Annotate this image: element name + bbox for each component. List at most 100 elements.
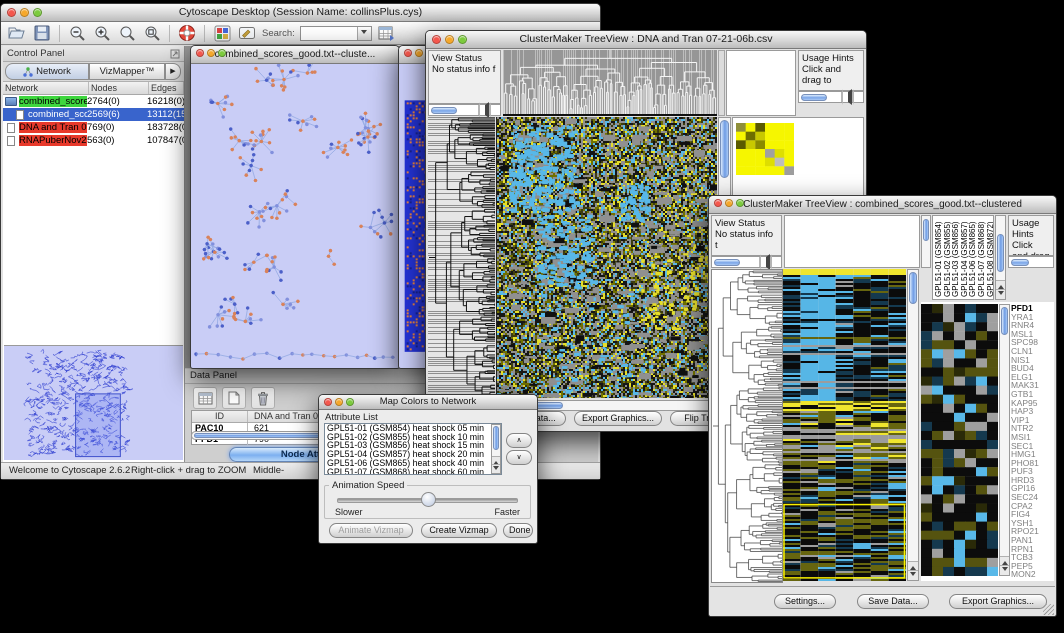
column-tree-scrollbar[interactable] (921, 215, 931, 268)
close-button[interactable] (404, 49, 412, 57)
search-input[interactable] (300, 26, 372, 41)
animate-vizmap-button[interactable]: Animate Vizmap (329, 523, 413, 538)
zoom-window-button[interactable] (33, 8, 42, 17)
column-header-nodes[interactable]: Nodes (89, 82, 149, 94)
row-dendrogram-canvas[interactable] (428, 117, 495, 398)
float-panel-icon[interactable] (170, 49, 180, 59)
new-attribute-icon[interactable] (222, 387, 246, 409)
scroll-right-icon[interactable] (770, 257, 781, 267)
settings-button[interactable]: Settings... (774, 594, 836, 609)
network-graph-canvas[interactable] (192, 64, 398, 367)
zoom-matrix-canvas[interactable] (736, 123, 794, 175)
column-header-edges[interactable]: Edges (149, 82, 184, 94)
column-dendrogram-area[interactable] (784, 215, 920, 268)
column-label[interactable]: GPL51-06 (GSM865) (968, 218, 977, 297)
network-table-row[interactable]: DNA and Tran 07 769(0) 183728(0) (3, 121, 184, 134)
minimize-button[interactable] (445, 35, 454, 44)
gene-label[interactable]: MON2 (1011, 570, 1054, 579)
minimize-button[interactable] (207, 49, 215, 57)
column-label[interactable]: GPL51-08 (GSM872) (986, 218, 994, 297)
scroll-down-icon[interactable] (492, 464, 500, 473)
attribute-list-scrollbar[interactable] (491, 424, 501, 474)
network-table-row[interactable]: combined_sco 2569(6) 13112(15) (3, 108, 184, 121)
zoom-fit-icon[interactable] (142, 23, 162, 43)
vscroll-thumb[interactable] (923, 219, 929, 241)
view-status-scrollbar[interactable] (428, 104, 501, 116)
resize-grip[interactable] (1043, 604, 1054, 615)
close-button[interactable] (432, 35, 441, 44)
column-label[interactable]: GPL51-03 (GSM856) (951, 218, 960, 297)
search-dropdown-icon[interactable] (357, 27, 371, 40)
column-label[interactable]: GPL51-07 (GSM868) (977, 218, 986, 297)
column-label[interactable] (739, 53, 750, 113)
heatmap-canvas[interactable] (496, 117, 717, 398)
column-labels-scrollbar[interactable] (995, 215, 1006, 300)
vscroll-thumb[interactable] (909, 272, 917, 304)
vizmapper-icon[interactable] (212, 23, 232, 43)
zoom-out-icon[interactable] (67, 23, 87, 43)
network-window-title-bar[interactable]: combined_scores_good.txt--cluste... (191, 46, 399, 64)
view-status-scrollbar[interactable] (711, 256, 782, 268)
vscroll-thumb[interactable] (720, 120, 729, 178)
main-title-bar[interactable]: Cytoscape Desktop (Session Name: collins… (1, 4, 600, 22)
table-import-icon[interactable] (377, 23, 397, 43)
treeview2-title-bar[interactable]: ClusterMaker TreeView : combined_scores_… (709, 196, 1056, 214)
annotation-icon[interactable] (237, 23, 257, 43)
create-vizmap-button[interactable]: Create Vizmap (421, 523, 497, 538)
minimize-button[interactable] (415, 49, 423, 57)
help-lifering-icon[interactable] (177, 23, 197, 43)
scroll-left-icon[interactable] (478, 105, 489, 115)
export-graphics-button[interactable]: Export Graphics... (574, 411, 662, 426)
vscroll-thumb[interactable] (997, 234, 1004, 272)
scroll-left-icon[interactable] (841, 92, 852, 102)
row-dendrogram-canvas[interactable] (711, 269, 783, 583)
minimize-button[interactable] (20, 8, 29, 17)
scroll-left-icon[interactable] (759, 257, 770, 267)
scroll-down-icon[interactable] (996, 289, 1005, 299)
column-label[interactable] (750, 53, 761, 113)
minimize-button[interactable] (335, 398, 343, 406)
network-overview-canvas[interactable] (4, 345, 183, 460)
column-header-id[interactable]: ID (192, 411, 248, 422)
speed-slider-thumb[interactable] (421, 492, 436, 507)
scroll-right-icon[interactable] (489, 105, 500, 115)
vscroll-thumb[interactable] (493, 426, 499, 450)
scroll-thumb[interactable] (714, 259, 740, 266)
network-table-row[interactable]: RNAPuberNov2+ 563(0) 107847(0) (3, 134, 184, 147)
close-button[interactable] (196, 49, 204, 57)
tab-vizmapper[interactable]: VizMapper™ (89, 63, 165, 80)
column-dendrogram-canvas[interactable] (503, 50, 717, 116)
close-button[interactable] (7, 8, 16, 17)
tab-overflow-button[interactable]: ▶ (165, 63, 181, 80)
select-attributes-icon[interactable] (193, 387, 217, 409)
zoom-in-icon[interactable] (92, 23, 112, 43)
move-up-button[interactable]: ∧ (506, 433, 532, 448)
scroll-thumb[interactable] (1011, 259, 1029, 266)
export-graphics-button[interactable]: Export Graphics... (949, 594, 1047, 609)
column-label[interactable] (772, 53, 783, 113)
zoom-window-button[interactable] (736, 199, 744, 207)
move-down-button[interactable]: ∨ (506, 450, 532, 465)
scroll-thumb[interactable] (431, 107, 457, 114)
zoom-window-button[interactable] (458, 35, 467, 44)
dialog-title-bar[interactable]: Map Colors to Network (319, 395, 537, 410)
zoom-selected-icon[interactable] (117, 23, 137, 43)
close-button[interactable] (324, 398, 332, 406)
heatmap-vscrollbar[interactable] (907, 269, 919, 581)
column-label[interactable] (728, 53, 739, 113)
heatmap-strip-canvas[interactable] (783, 269, 906, 581)
delete-attribute-trash-icon[interactable] (251, 387, 275, 409)
zoom-window-button[interactable] (346, 398, 354, 406)
save-icon[interactable] (32, 23, 52, 43)
vscroll-thumb[interactable] (1001, 307, 1008, 335)
zoom-heatmap-canvas[interactable] (921, 304, 998, 576)
column-header-network[interactable]: Network (3, 82, 89, 94)
gene-list-scrollbar[interactable] (999, 304, 1010, 576)
treeview1-title-bar[interactable]: ClusterMaker TreeView : DNA and Tran 07-… (426, 31, 866, 49)
open-file-icon[interactable] (7, 23, 27, 43)
scroll-thumb[interactable] (801, 94, 827, 101)
scroll-right-icon[interactable] (852, 92, 863, 102)
tab-network[interactable]: Network (5, 63, 89, 80)
column-tree-scrollbar[interactable] (718, 50, 725, 116)
scroll-down-icon[interactable] (908, 570, 918, 580)
